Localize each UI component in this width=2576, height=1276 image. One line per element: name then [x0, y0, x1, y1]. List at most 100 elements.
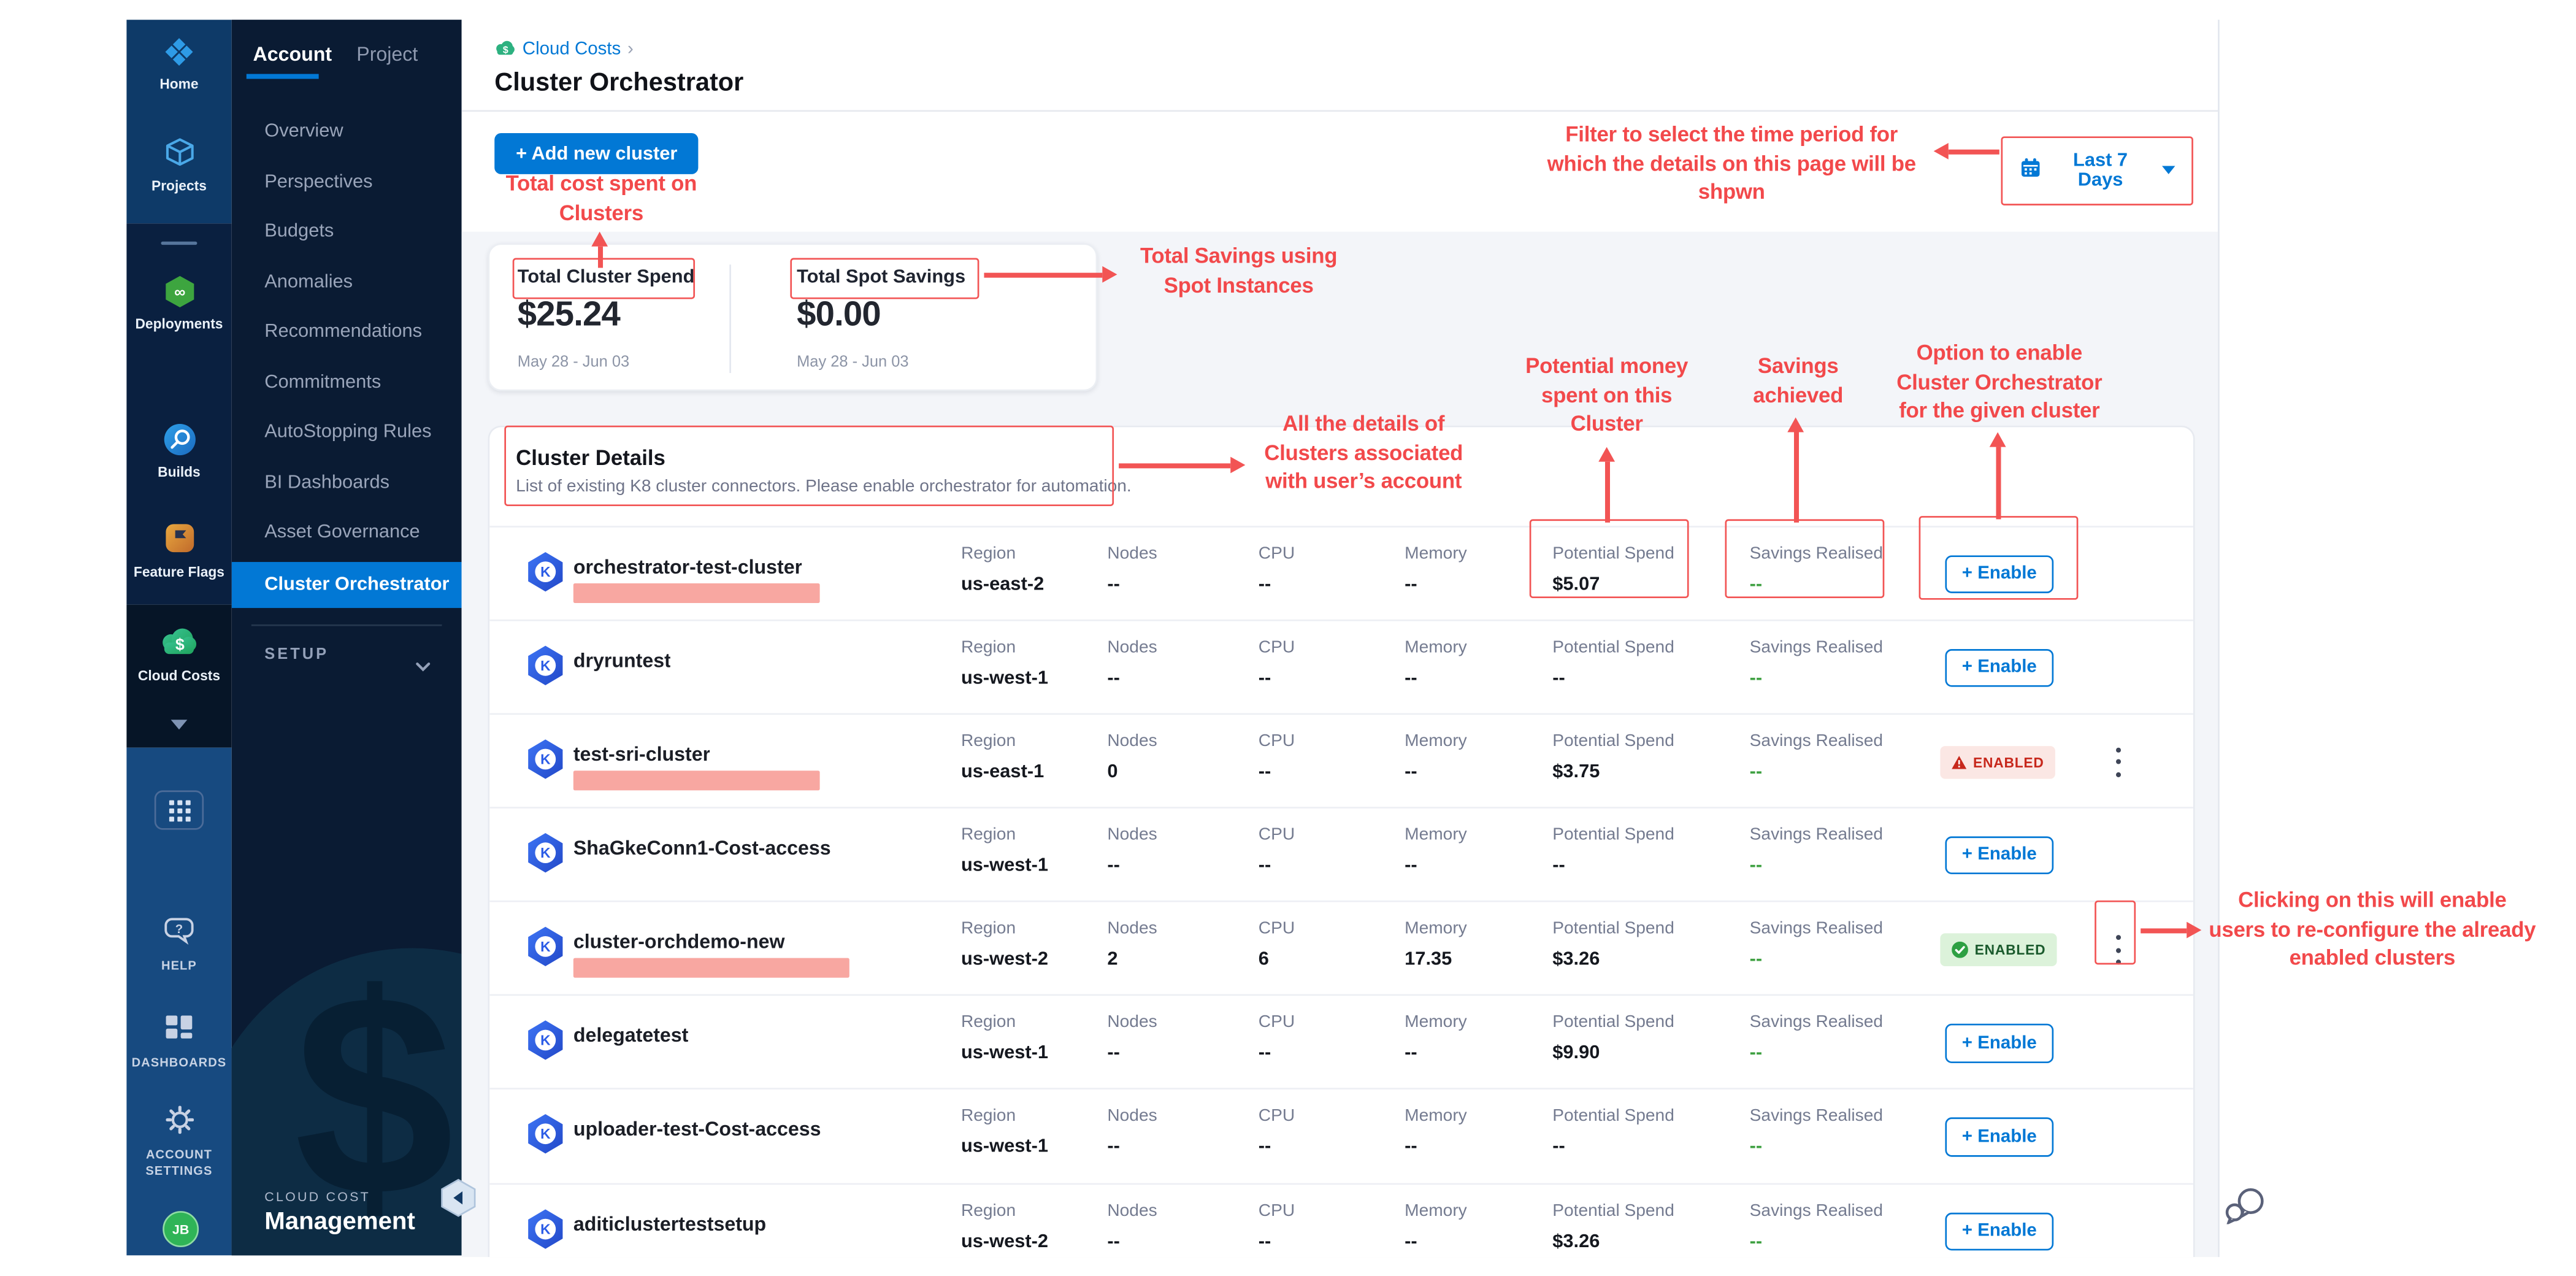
nav-item-overview[interactable]: Overview: [232, 109, 462, 155]
chevron-down-icon[interactable]: [171, 720, 188, 729]
nodes-value: --: [1107, 1137, 1157, 1157]
tab-project[interactable]: Project: [356, 43, 418, 66]
column-label: Savings Realised: [1750, 918, 1883, 938]
column-label: Region: [961, 1201, 1048, 1220]
table-row: K cluster-orchdemo-new Regionus-west-2 N…: [489, 901, 2193, 996]
sidebar-item-cloud-costs[interactable]: $ Cloud Costs: [126, 626, 231, 684]
add-new-cluster-button[interactable]: + Add new cluster: [494, 133, 699, 174]
column-label: Region: [961, 1012, 1048, 1032]
svg-text:$: $: [503, 45, 508, 55]
nav-item-recommendations[interactable]: Recommendations: [232, 309, 462, 355]
enable-button[interactable]: + Enable: [1945, 555, 2053, 593]
breadcrumb-cloud-costs-link[interactable]: Cloud Costs: [523, 39, 621, 59]
cluster-name[interactable]: delegatetest: [573, 1024, 689, 1047]
column-label: Savings Realised: [1750, 1201, 1883, 1220]
module-switcher-button[interactable]: [155, 790, 204, 829]
sidebar-item-label: Builds: [126, 463, 231, 480]
sidebar-item-projects[interactable]: Projects: [126, 136, 231, 194]
setup-section-toggle[interactable]: SETUP: [264, 646, 329, 664]
enable-button[interactable]: + Enable: [1945, 1024, 2053, 1063]
column-label: Region: [961, 918, 1048, 938]
enable-button[interactable]: + Enable: [1945, 648, 2053, 687]
table-row: K delegatetest Regionus-west-1 Nodes-- C…: [489, 994, 2193, 1090]
redacted-cluster-id: [573, 958, 849, 978]
app-root: ❖ Home Projects ∞ Deployments: [0, 0, 2576, 1276]
annotation-reconfigure: Clicking on this will enable users to re…: [2208, 886, 2537, 972]
column-label: Savings Realised: [1750, 824, 1883, 844]
total-spot-savings-label: Total Spot Savings: [797, 267, 965, 286]
column-label: Potential Spend: [1552, 637, 1674, 656]
potential-spend-value: $9.90: [1552, 1043, 1674, 1063]
sidebar-item-help[interactable]: ? HELP: [126, 917, 231, 974]
cluster-name[interactable]: aditiclustertestsetup: [573, 1212, 766, 1235]
sidebar-item-deployments[interactable]: ∞ Deployments: [126, 274, 231, 332]
potential-spend-value: $3.75: [1552, 762, 1674, 782]
column-label: CPU: [1259, 1201, 1295, 1220]
svg-text:K: K: [540, 844, 551, 860]
cluster-name[interactable]: test-sri-cluster: [573, 742, 710, 765]
sidebar-item-feature-flags[interactable]: Feature Flags: [126, 523, 231, 580]
kubernetes-cluster-icon: K: [526, 831, 565, 882]
svg-text:∞: ∞: [174, 283, 185, 301]
savings-realised-value: --: [1750, 574, 1883, 594]
total-spot-savings-period: May 28 - Jun 03: [797, 353, 908, 371]
card-divider: [729, 264, 731, 372]
cluster-name[interactable]: dryruntest: [573, 648, 671, 671]
sidebar-item-builds[interactable]: Builds: [126, 422, 231, 480]
savings-realised-value: --: [1750, 1232, 1883, 1251]
dollar-watermark: $: [294, 932, 454, 1256]
memory-value: --: [1405, 1043, 1467, 1063]
sidebar-item-dashboards[interactable]: DASHBOARDS: [126, 1014, 231, 1071]
column-label: Potential Spend: [1552, 1201, 1674, 1220]
nav-item-cluster-orchestrator[interactable]: Cluster Orchestrator: [232, 562, 462, 608]
column-label: Memory: [1405, 1106, 1467, 1126]
enabled-error-badge: ENABLED: [1940, 745, 2055, 778]
cluster-name[interactable]: uploader-test-Cost-access: [573, 1117, 821, 1140]
column-label: Nodes: [1107, 824, 1157, 844]
cluster-name[interactable]: ShaGkeConn1-Cost-access: [573, 836, 831, 859]
svg-text:K: K: [540, 1126, 551, 1142]
total-spot-savings-value: $0.00: [797, 295, 881, 334]
nav-item-budgets[interactable]: Budgets: [232, 209, 462, 255]
total-cluster-spend-period: May 28 - Jun 03: [518, 353, 629, 371]
column-label: Memory: [1405, 1201, 1467, 1220]
nav-item-anomalies[interactable]: Anomalies: [232, 259, 462, 305]
row-menu-kebab-icon[interactable]: [2106, 747, 2129, 776]
column-label: CPU: [1259, 824, 1295, 844]
calendar-icon: [2021, 158, 2041, 182]
chevron-down-icon[interactable]: [416, 651, 431, 680]
region-value: us-west-1: [961, 1043, 1048, 1063]
nav-item-asset-governance[interactable]: Asset Governance: [232, 509, 462, 555]
nav-item-perspectives[interactable]: Perspectives: [232, 158, 462, 204]
memory-value: --: [1405, 762, 1467, 782]
region-value: us-west-1: [961, 1137, 1048, 1157]
region-value: us-east-2: [961, 574, 1044, 594]
cluster-name[interactable]: orchestrator-test-cluster: [573, 555, 802, 578]
sidebar-item-home[interactable]: ❖ Home: [126, 34, 231, 92]
enable-button[interactable]: + Enable: [1945, 836, 2053, 874]
potential-spend-value: $3.26: [1552, 1232, 1674, 1251]
row-menu-kebab-icon[interactable]: [2106, 935, 2129, 964]
savings-realised-value: --: [1750, 668, 1883, 688]
nav-item-commitments[interactable]: Commitments: [232, 359, 462, 405]
harness-home-icon: ❖: [126, 34, 231, 71]
potential-spend-value: --: [1552, 668, 1674, 688]
enable-button[interactable]: + Enable: [1945, 1212, 2053, 1250]
time-period-filter[interactable]: Last 7 Days: [2011, 145, 2185, 196]
memory-value: --: [1405, 1137, 1467, 1157]
tab-account[interactable]: Account: [253, 43, 332, 66]
page-title: Cluster Orchestrator: [494, 69, 743, 98]
user-avatar[interactable]: JB: [163, 1211, 199, 1247]
sidebar-item-account-settings[interactable]: ACCOUNT SETTINGS: [126, 1106, 231, 1179]
active-tab-underline: [247, 74, 319, 79]
column-label: Potential Spend: [1552, 1106, 1674, 1126]
nav-item-bi-dashboards[interactable]: BI Dashboards: [232, 459, 462, 505]
support-chat-icon[interactable]: [2225, 1186, 2267, 1232]
sidebar-collapse-button[interactable]: [440, 1178, 477, 1226]
cluster-name[interactable]: cluster-orchdemo-new: [573, 930, 785, 953]
potential-spend-value: $3.26: [1552, 950, 1674, 969]
enable-button[interactable]: + Enable: [1945, 1117, 2053, 1156]
column-label: CPU: [1259, 543, 1295, 563]
nav-item-autostopping-rules[interactable]: AutoStopping Rules: [232, 409, 462, 455]
cloud-costs-icon: $: [126, 626, 231, 663]
